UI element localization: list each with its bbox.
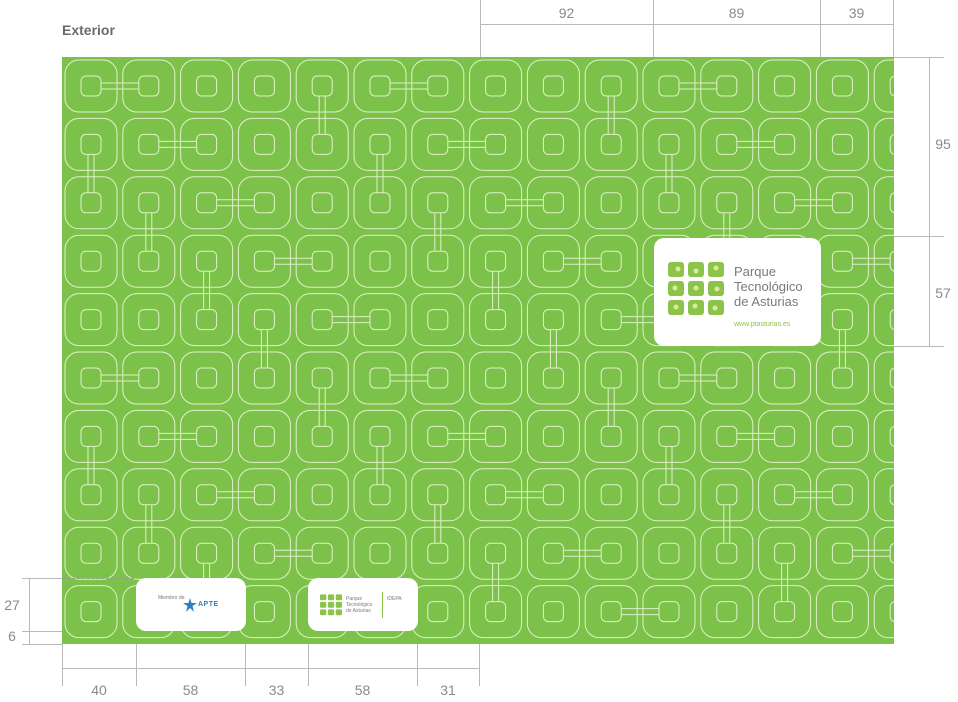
left-dim-tick-3 (22, 644, 62, 645)
right-dim-label-2: 57 (935, 285, 951, 301)
left-dim-label-2: 6 (8, 628, 16, 644)
bottom-dim-tick-4 (308, 644, 309, 686)
apte-brand: APTE (198, 601, 219, 608)
top-dim-label-1: 92 (558, 5, 575, 21)
pta-idepa-card: Parque Tecnológico de Asturias IDEPA (308, 578, 418, 631)
right-dim-tick-1 (894, 57, 944, 58)
logo-url: www.ptasturias.es (734, 321, 791, 328)
idepa-label: IDEPA (387, 596, 402, 602)
pta-logo-icon (668, 262, 724, 315)
pta-small-logo-icon (320, 594, 342, 616)
left-dim-tick-2 (22, 631, 62, 632)
left-dim-tick-1 (22, 578, 62, 579)
apte-card: Miembro de: APTE (136, 578, 246, 631)
bottom-dim-tick-3 (245, 644, 246, 686)
page-title: Exterior (62, 22, 115, 38)
right-dim-line (929, 57, 930, 346)
top-dim-label-2: 89 (728, 5, 745, 21)
bottom-dim-label-5: 31 (440, 682, 456, 698)
bottom-dim-tick-6 (479, 644, 480, 686)
apte-star-icon (183, 598, 197, 612)
top-dim-tick-4 (893, 0, 894, 57)
main-logo-card: Parque Tecnológico de Asturias www.ptast… (654, 238, 821, 346)
apte-caption: Miembro de: (158, 595, 186, 601)
exterior-panel: Parque Tecnológico de Asturias www.ptast… (62, 57, 894, 644)
left-dim-label-1: 27 (4, 597, 20, 613)
top-dim-label-3: 39 (848, 5, 865, 21)
top-dim-line (480, 24, 894, 25)
logo-text-line1: Parque (734, 264, 776, 279)
small-logo-line3: de Asturias (346, 608, 371, 614)
logo-text-line2: Tecnológico (734, 279, 803, 294)
tile-pattern (64, 59, 894, 639)
bottom-dim-tick-2 (136, 644, 137, 686)
bottom-dim-label-3: 33 (268, 682, 285, 698)
logo-text-line3: de Asturias (734, 294, 799, 309)
left-dim-line (29, 578, 30, 644)
right-dim-label-1: 95 (935, 136, 951, 152)
bottom-dim-label-4: 58 (354, 682, 371, 698)
bleed-guide (62, 578, 134, 579)
bottom-dim-label-1: 40 (91, 682, 107, 698)
bottom-dim-tick-1 (62, 644, 63, 686)
bottom-dim-tick-5 (417, 644, 418, 686)
card-divider (382, 592, 383, 618)
bottom-dim-label-2: 58 (182, 682, 199, 698)
